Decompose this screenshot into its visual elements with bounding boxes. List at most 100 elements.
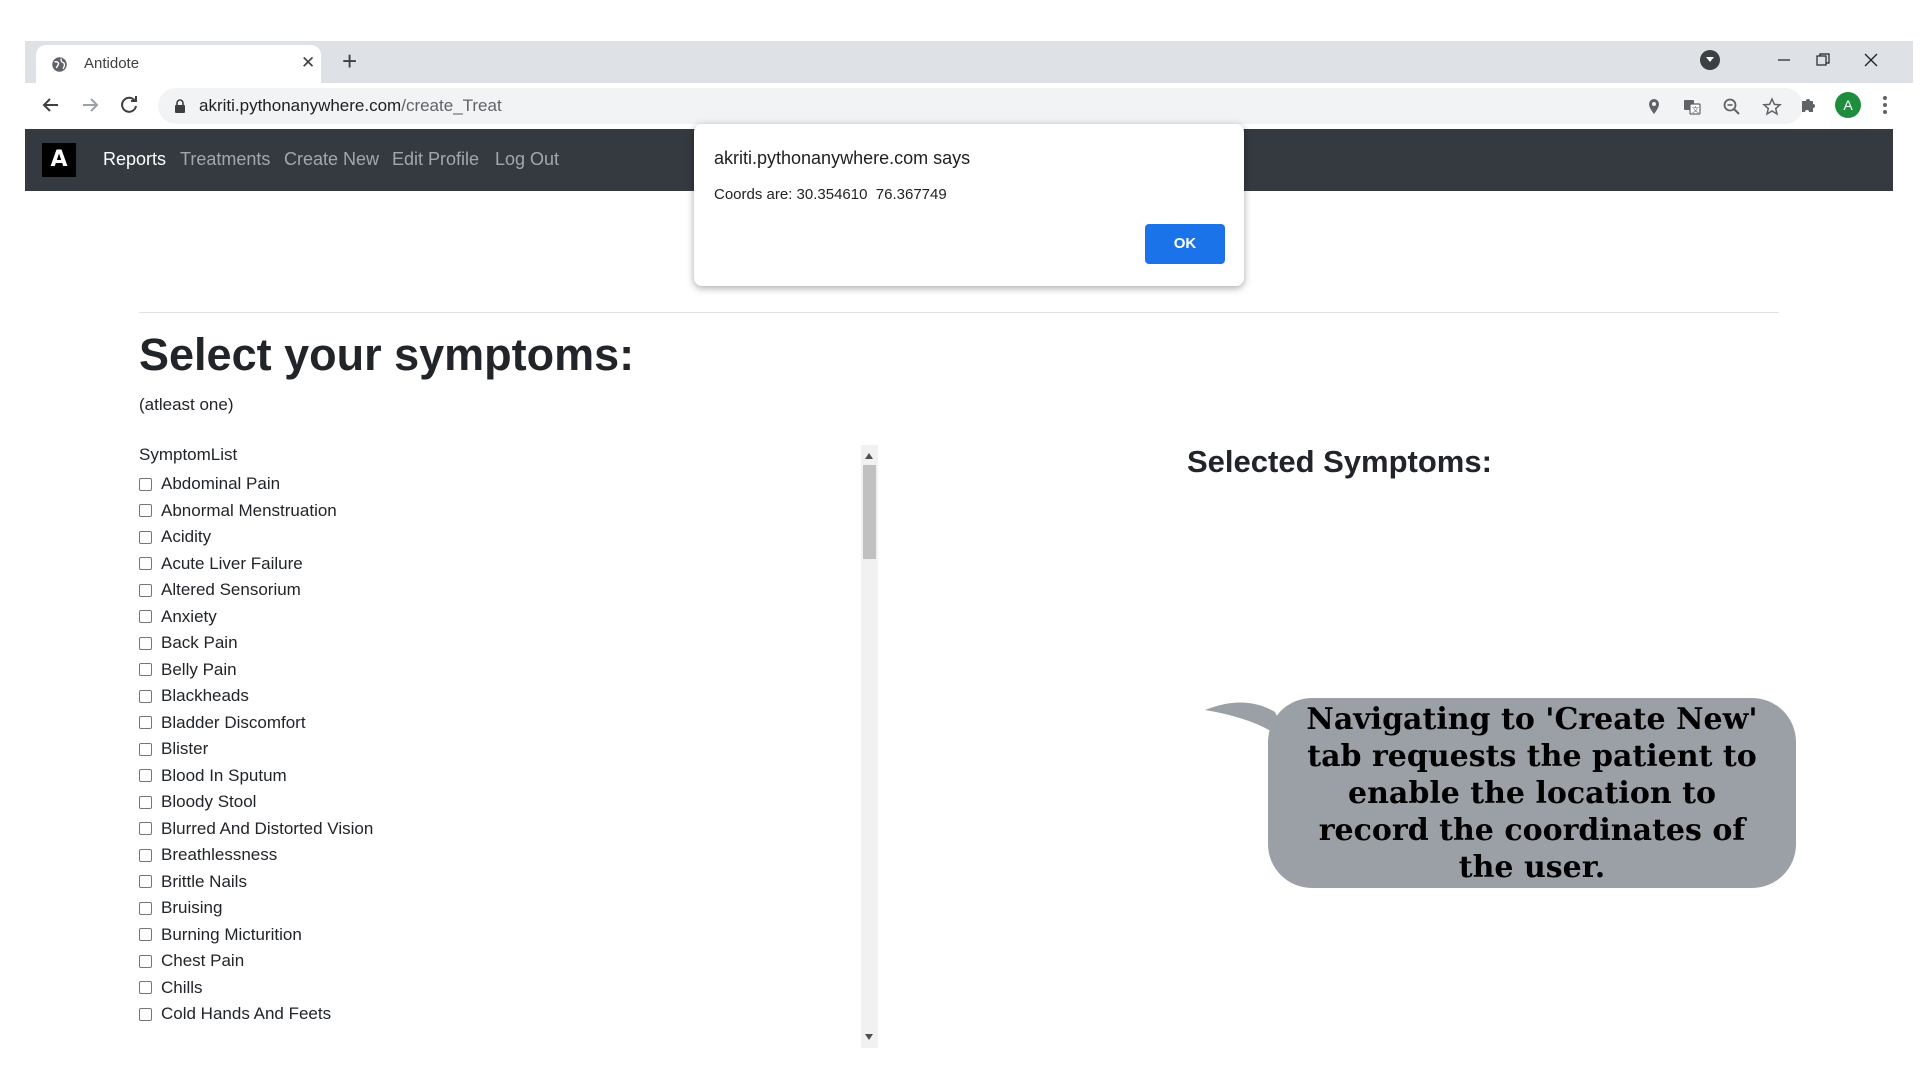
browser-tabstrip: Antidote ✕ + [25, 41, 1913, 83]
symptom-checkbox[interactable] [139, 689, 152, 703]
url-path: /create_Treat [401, 96, 502, 115]
symptom-checkbox[interactable] [139, 583, 152, 597]
zoom-out-icon[interactable] [1722, 97, 1742, 117]
symptom-checkbox[interactable] [139, 742, 152, 756]
symptom-label: Anxiety [161, 606, 217, 626]
url-text: akriti.pythonanywhere.com/create_Treat [199, 96, 502, 116]
symptom-checkbox[interactable] [139, 636, 152, 650]
symptom-item[interactable]: Chest Pain [139, 948, 869, 975]
reload-icon[interactable] [117, 93, 141, 117]
symptom-list-scrollbar[interactable] [861, 445, 878, 1048]
nav-link-log-out[interactable]: Log Out [495, 149, 559, 170]
annotation-text: Navigating to 'Create New' tab requests … [1306, 701, 1758, 885]
symptom-checkbox[interactable] [139, 477, 152, 491]
symptom-checkbox[interactable] [139, 981, 152, 995]
symptom-checkbox[interactable] [139, 795, 152, 809]
symptom-item[interactable]: Bruising [139, 895, 869, 922]
restore-icon[interactable] [1811, 48, 1835, 72]
symptom-checkbox[interactable] [139, 954, 152, 968]
symptom-item[interactable]: Acute Liver Failure [139, 551, 869, 578]
nav-link-treatments[interactable]: Treatments [180, 149, 270, 170]
symptom-item[interactable]: Anxiety [139, 604, 869, 631]
profile-avatar[interactable]: A [1835, 92, 1861, 118]
bookmark-star-icon[interactable] [1762, 97, 1782, 117]
symptom-list-box: SymptomList Abdominal Pain Abnormal Menst… [139, 445, 893, 1048]
symptom-checkbox[interactable] [139, 875, 152, 889]
minimize-icon[interactable] [1772, 48, 1796, 72]
back-arrow-icon[interactable] [39, 93, 63, 117]
symptom-item[interactable]: Blood In Sputum [139, 763, 869, 790]
scrollbar-thumb[interactable] [863, 465, 876, 559]
symptom-checkbox[interactable] [139, 716, 152, 730]
symptom-item[interactable]: Chills [139, 975, 869, 1002]
ok-button[interactable]: OK [1145, 224, 1225, 264]
translate-icon[interactable]: 文 [1682, 97, 1702, 117]
symptom-label: Blackheads [161, 686, 249, 706]
scroll-down-arrow-icon[interactable] [865, 1034, 873, 1040]
globe-icon [52, 57, 67, 72]
symptom-checkbox[interactable] [139, 1007, 152, 1021]
symptom-item[interactable]: Bloody Stool [139, 789, 869, 816]
symptom-item[interactable]: Acidity [139, 524, 869, 551]
symptom-label: Abdominal Pain [161, 474, 281, 494]
symptom-item[interactable]: Blister [139, 736, 869, 763]
location-pin-icon[interactable] [1644, 97, 1664, 117]
address-bar[interactable]: akriti.pythonanywhere.com/create_Treat 文 [158, 88, 1803, 124]
more-menu-icon[interactable] [1880, 94, 1890, 116]
nav-link-create-new[interactable]: Create New [284, 149, 379, 170]
symptom-checkbox[interactable] [139, 848, 152, 862]
symptom-item[interactable]: Abdominal Pain [139, 471, 869, 498]
window-close-icon[interactable] [1859, 48, 1883, 72]
symptom-checkbox[interactable] [139, 901, 152, 915]
forward-arrow-icon[interactable] [78, 93, 102, 117]
extensions-puzzle-icon[interactable] [1798, 94, 1820, 116]
nav-link-reports[interactable]: Reports [103, 149, 166, 170]
symptom-item[interactable]: Back Pain [139, 630, 869, 657]
browser-toolbar: akriti.pythonanywhere.com/create_Treat 文… [25, 83, 1913, 129]
page-title: Select your symptoms: [139, 329, 635, 380]
symptom-list: Abdominal Pain Abnormal Menstruation Acidi… [139, 471, 869, 1028]
symptom-label: Altered Sensorium [161, 580, 301, 600]
symptom-item[interactable]: Bladder Discomfort [139, 710, 869, 737]
symptom-checkbox[interactable] [139, 928, 152, 942]
symptom-item[interactable]: Blackheads [139, 683, 869, 710]
divider [139, 312, 1779, 313]
symptom-checkbox[interactable] [139, 769, 152, 783]
symptom-label: Cold Hands And Feets [161, 1004, 332, 1024]
symptom-label: Burning Micturition [161, 924, 302, 944]
symptom-label: Acidity [161, 527, 212, 547]
new-tab-icon[interactable]: + [342, 47, 357, 75]
symptom-label: Abnormal Menstruation [161, 500, 337, 520]
symptom-item[interactable]: Burning Micturition [139, 922, 869, 949]
symptom-label: Breathlessness [161, 845, 278, 865]
symptom-checkbox[interactable] [139, 610, 152, 624]
brand-logo[interactable]: A [42, 143, 76, 177]
symptom-checkbox[interactable] [139, 557, 152, 571]
symptom-item[interactable]: Brittle Nails [139, 869, 869, 896]
symptom-item[interactable]: Belly Pain [139, 657, 869, 684]
page-subtitle: (atleast one) [139, 395, 234, 414]
symptom-checkbox[interactable] [139, 822, 152, 836]
symptom-label: Bladder Discomfort [161, 712, 306, 732]
symptom-item[interactable]: Cold Hands And Feets [139, 1001, 869, 1028]
tab-title: Antidote [84, 55, 140, 72]
symptom-checkbox[interactable] [139, 530, 152, 544]
close-tab-icon[interactable]: ✕ [301, 53, 315, 73]
symptom-label: Chest Pain [161, 951, 245, 971]
symptom-item[interactable]: Abnormal Menstruation [139, 498, 869, 525]
symptom-checkbox[interactable] [139, 663, 152, 677]
symptom-checkbox[interactable] [139, 504, 152, 518]
symptom-item[interactable]: Blurred And Distorted Vision [139, 816, 869, 843]
symptom-label: Back Pain [161, 633, 238, 653]
symptom-item[interactable]: Breathlessness [139, 842, 869, 869]
selected-symptoms-title: Selected Symptoms: [1187, 444, 1492, 479]
symptom-item[interactable]: Altered Sensorium [139, 577, 869, 604]
tab-search-icon[interactable] [1700, 50, 1720, 70]
scroll-up-arrow-icon[interactable] [865, 453, 873, 459]
nav-link-edit-profile[interactable]: Edit Profile [392, 149, 479, 170]
browser-tab[interactable]: Antidote ✕ [36, 45, 321, 83]
symptom-label: Bruising [161, 898, 223, 918]
alert-dialog: akriti.pythonanywhere.com says Coords ar… [694, 124, 1244, 286]
symptom-label: Bloody Stool [161, 792, 257, 812]
symptom-list-header: SymptomList [139, 445, 238, 464]
